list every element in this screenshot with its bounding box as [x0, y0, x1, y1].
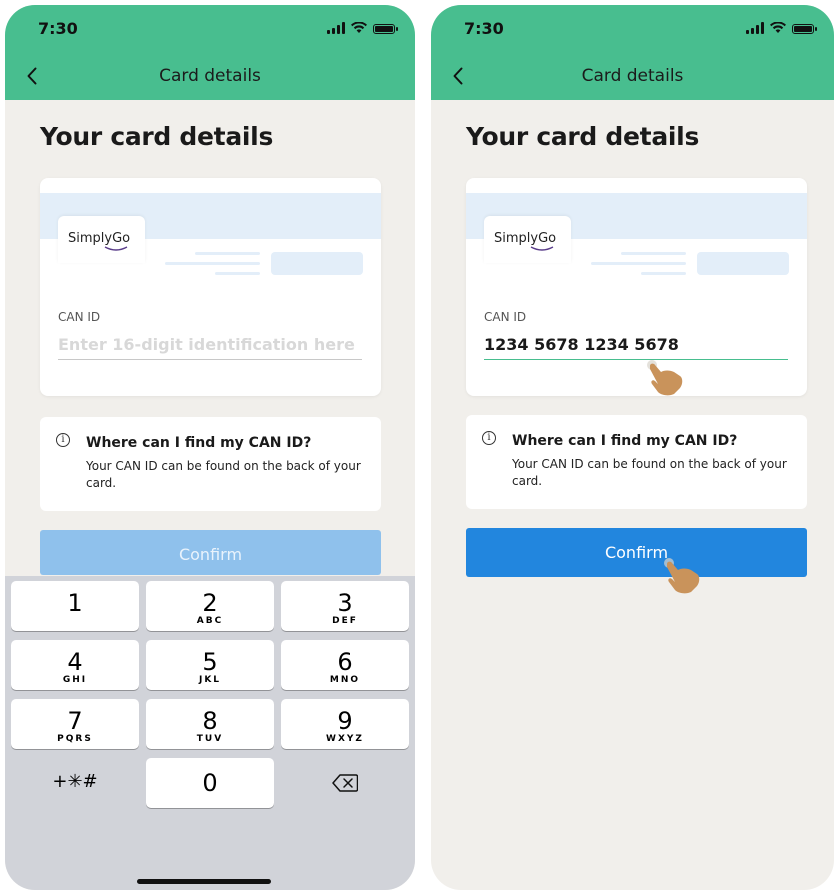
status-time: 7:30	[464, 19, 504, 38]
key-letters: MNO	[329, 675, 361, 685]
key-symbols[interactable]: +✳︎#	[11, 758, 139, 808]
card-placeholder-box	[271, 252, 363, 275]
page-title: Your card details	[466, 122, 700, 151]
battery-icon	[792, 24, 817, 34]
can-id-help-box: i Where can I find my CAN ID? Your CAN I…	[466, 415, 807, 509]
card-placeholder-box	[697, 252, 789, 275]
can-id-input[interactable]: 1234 5678 1234 5678	[484, 330, 788, 360]
key-digit: 0	[202, 769, 218, 797]
key-digit: 7	[67, 707, 83, 735]
key-digit: 9	[337, 707, 353, 735]
phone-screen-left: 7:30 Card details Your card details Simp…	[5, 5, 415, 890]
key-4[interactable]: 4 GHI	[11, 640, 139, 690]
wifi-icon	[770, 22, 786, 33]
card-placeholder-line	[641, 272, 686, 275]
logo-swoosh-icon	[530, 246, 554, 251]
key-5[interactable]: 5 JKL	[146, 640, 274, 690]
confirm-button[interactable]: Confirm	[40, 530, 381, 575]
key-digit: 3	[337, 589, 353, 617]
key-1[interactable]: 1	[11, 581, 139, 631]
status-icons	[746, 22, 817, 34]
home-indicator	[137, 879, 271, 884]
simplygo-logo: SimplyGo	[58, 216, 145, 263]
card-placeholder-line	[215, 272, 260, 275]
can-id-input[interactable]: Enter 16-digit identification here	[58, 330, 362, 360]
key-letters: DEF	[332, 616, 358, 626]
nav-title: Card details	[581, 66, 684, 86]
app-header: 7:30 Card details	[5, 5, 415, 100]
numeric-keypad: 1 2 ABC 3 DEF 4 GHI 5 JKL 6 MNO 7 PQRS 8	[5, 576, 415, 890]
confirm-button[interactable]: Confirm	[466, 528, 807, 577]
key-symbols-label: +✳︎#	[52, 771, 98, 792]
key-3[interactable]: 3 DEF	[281, 581, 409, 631]
simplygo-logo: SimplyGo	[484, 216, 571, 263]
key-letters: ABC	[196, 616, 224, 626]
status-time: 7:30	[38, 19, 78, 38]
key-digit: 4	[67, 648, 83, 676]
logo-text: SimplyGo	[68, 231, 131, 246]
key-letters: GHI	[62, 675, 88, 685]
nav-title: Card details	[159, 66, 261, 86]
can-id-help-box: i Where can I find my CAN ID? Your CAN I…	[40, 417, 381, 511]
key-digit: 5	[202, 648, 218, 676]
card-details-panel: SimplyGo CAN ID Enter 16-digit identific…	[40, 178, 381, 396]
key-6[interactable]: 6 MNO	[281, 640, 409, 690]
help-text: Your CAN ID can be found on the back of …	[86, 459, 361, 490]
help-title: Where can I find my CAN ID?	[86, 435, 312, 451]
logo-text: SimplyGo	[494, 231, 557, 246]
wifi-icon	[351, 22, 367, 33]
card-placeholder-line	[165, 262, 260, 265]
backspace-icon	[332, 774, 359, 792]
tap-hand-icon	[664, 558, 700, 594]
card-placeholder-line	[591, 262, 686, 265]
signal-icon	[746, 22, 764, 34]
tap-hand-icon	[647, 360, 683, 396]
help-text: Your CAN ID can be found on the back of …	[512, 457, 787, 488]
key-9[interactable]: 9 WXYZ	[281, 699, 409, 749]
signal-icon	[327, 22, 345, 34]
key-7[interactable]: 7 PQRS	[11, 699, 139, 749]
app-header: 7:30 Card details	[431, 5, 834, 100]
key-0[interactable]: 0	[146, 758, 274, 808]
key-digit: 8	[202, 707, 218, 735]
page-title: Your card details	[40, 122, 274, 151]
help-title: Where can I find my CAN ID?	[512, 433, 738, 449]
key-letters: WXYZ	[326, 734, 364, 744]
key-digit: 2	[202, 589, 218, 617]
key-digit: 1	[67, 589, 83, 617]
key-digit: 6	[337, 648, 353, 676]
status-icons	[327, 22, 398, 34]
key-delete[interactable]	[281, 758, 409, 808]
info-icon: i	[56, 433, 70, 447]
key-letters: JKL	[198, 675, 222, 685]
card-placeholder-line	[195, 252, 260, 255]
can-id-label: CAN ID	[58, 310, 101, 324]
card-details-panel: SimplyGo CAN ID 1234 5678 1234 5678	[466, 178, 807, 396]
key-8[interactable]: 8 TUV	[146, 699, 274, 749]
key-letters: PQRS	[57, 734, 93, 744]
key-letters: TUV	[196, 734, 224, 744]
key-2[interactable]: 2 ABC	[146, 581, 274, 631]
phone-screen-right: 7:30 Card details Your card details Simp…	[431, 5, 834, 890]
card-placeholder-line	[621, 252, 686, 255]
can-id-label: CAN ID	[484, 310, 527, 324]
battery-icon	[373, 24, 398, 34]
info-icon: i	[482, 431, 496, 445]
logo-swoosh-icon	[104, 246, 128, 251]
